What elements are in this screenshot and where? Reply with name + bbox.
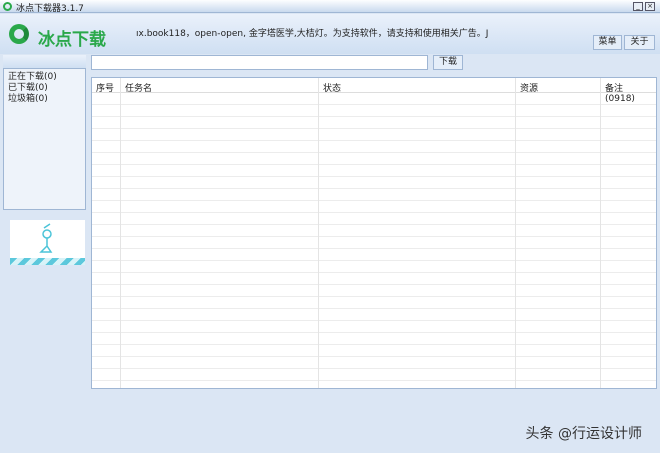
- column-divider: [600, 93, 601, 388]
- column-header-source[interactable]: 资源: [516, 78, 601, 94]
- logo-text: 冰点下载: [38, 30, 106, 50]
- url-input[interactable]: [91, 55, 428, 70]
- column-divider: [318, 93, 319, 388]
- ad-banner[interactable]: [10, 220, 85, 265]
- logo-icon: [9, 24, 29, 44]
- sidebar-item-trash[interactable]: 垃圾箱(0): [8, 94, 81, 105]
- about-button[interactable]: 关于: [624, 35, 655, 50]
- column-header-note[interactable]: 备注(0918): [601, 78, 656, 104]
- download-button[interactable]: 下载: [433, 55, 463, 70]
- ad-stripe: [10, 258, 85, 265]
- title-bar: 冰点下载器3.1.7 _ ×: [0, 0, 660, 14]
- sidebar-header: [3, 55, 86, 68]
- menu-button[interactable]: 菜单: [593, 35, 622, 50]
- sidebar-item-downloading[interactable]: 正在下载(0): [8, 72, 81, 83]
- close-button[interactable]: ×: [645, 2, 655, 11]
- minimize-button[interactable]: _: [633, 2, 643, 11]
- watermark: 头条 @行运设计师: [525, 426, 642, 442]
- notice-text: ıx.book118，open-open, 金字塔医学,大桔灯。为支持软件，请支…: [136, 29, 489, 39]
- mascot-icon: [39, 223, 53, 253]
- task-table: 序号 任务名 状态 资源 备注(0918): [91, 77, 657, 389]
- column-header-status[interactable]: 状态: [319, 78, 516, 94]
- header: 冰点下载 ıx.book118，open-open, 金字塔医学,大桔灯。为支持…: [0, 14, 660, 54]
- sidebar-item-downloaded[interactable]: 已下载(0): [8, 83, 81, 94]
- app-icon: [3, 2, 12, 11]
- column-header-task-name[interactable]: 任务名: [121, 78, 319, 94]
- sidebar: 正在下载(0) 已下载(0) 垃圾箱(0): [3, 68, 86, 210]
- table-rows: [92, 93, 656, 388]
- table-header: 序号 任务名 状态 资源 备注(0918): [92, 78, 656, 104]
- column-header-index[interactable]: 序号: [92, 78, 121, 94]
- window-title: 冰点下载器3.1.7: [16, 4, 84, 14]
- column-divider: [120, 93, 121, 388]
- column-divider: [515, 93, 516, 388]
